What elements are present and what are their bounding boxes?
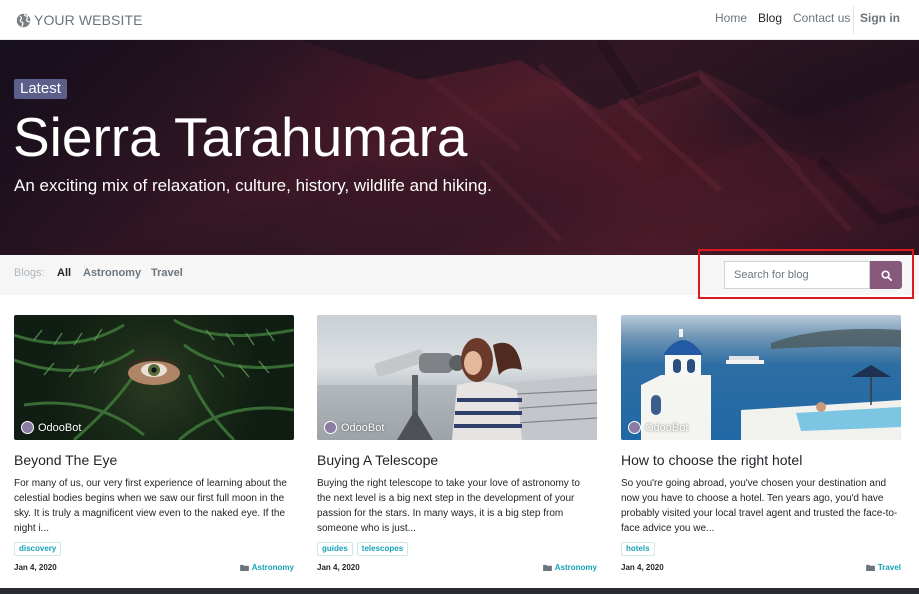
post-tags: guides telescopes (317, 542, 409, 556)
author-name: OdooBot (645, 421, 689, 434)
author-avatar (324, 421, 337, 434)
sign-in-link[interactable]: Sign in (860, 11, 900, 25)
author-name: OdooBot (38, 421, 82, 434)
post-cover-image[interactable]: OdooBot (317, 315, 597, 440)
tag-discovery[interactable]: discovery (14, 542, 62, 556)
folder-icon (239, 564, 249, 571)
post-date: Jan 4, 2020 (621, 563, 664, 572)
nav-blog[interactable]: Blog (758, 11, 782, 25)
post-author: OdooBot (324, 421, 384, 434)
blog-post-card: OdooBot Buying A Telescope Buying the ri… (317, 315, 597, 572)
post-category: Astronomy (251, 563, 294, 572)
post-cover-image[interactable]: OdooBot (14, 315, 294, 440)
hero-banner[interactable]: Latest Sierra Tarahumara An exciting mix… (0, 40, 919, 255)
nav-contact-us[interactable]: Contact us (793, 11, 850, 25)
top-navbar: YOUR WEBSITE Home Blog Contact us Sign i… (0, 0, 919, 40)
post-category-link[interactable]: Astronomy (542, 563, 597, 572)
logo-text: YOUR WEBSITE (34, 12, 143, 28)
blog-post-card: OdooBot How to choose the right hotel So… (621, 315, 901, 572)
globe-icon (16, 13, 31, 27)
author-name: OdooBot (341, 421, 385, 434)
post-cover-image[interactable]: OdooBot (621, 315, 901, 440)
author-avatar (628, 421, 641, 434)
search-button[interactable] (870, 261, 902, 289)
nav-divider (853, 6, 854, 34)
post-tags: discovery (14, 542, 62, 556)
post-title[interactable]: Beyond The Eye (14, 452, 117, 468)
folder-icon (542, 564, 552, 571)
blog-tab-all[interactable]: All (57, 267, 71, 279)
bottom-edge-bar (0, 588, 919, 594)
site-logo[interactable]: YOUR WEBSITE (16, 10, 143, 30)
post-category: Astronomy (554, 563, 597, 572)
post-author: OdooBot (628, 421, 688, 434)
hero-subtitle: An exciting mix of relaxation, culture, … (14, 176, 492, 195)
post-title[interactable]: How to choose the right hotel (621, 452, 802, 468)
hero-title[interactable]: Sierra Tarahumara (13, 104, 467, 170)
post-title[interactable]: Buying A Telescope (317, 452, 438, 468)
post-category-link[interactable]: Astronomy (239, 563, 294, 572)
post-date: Jan 4, 2020 (14, 563, 57, 572)
tag-guides[interactable]: guides (317, 542, 353, 556)
blog-tab-astronomy[interactable]: Astronomy (83, 267, 141, 279)
blog-tab-travel[interactable]: Travel (151, 267, 183, 279)
post-author: OdooBot (21, 421, 81, 434)
post-excerpt: So you're going abroad, you've chosen yo… (621, 478, 898, 534)
search-icon (880, 269, 892, 281)
author-avatar (21, 421, 34, 434)
folder-icon (865, 564, 875, 571)
post-date: Jan 4, 2020 (317, 563, 360, 572)
blog-post-card: OdooBot Beyond The Eye For many of us, o… (14, 315, 294, 572)
post-excerpt: Buying the right telescope to take your … (317, 478, 580, 534)
tag-telescopes[interactable]: telescopes (356, 542, 409, 556)
post-category: Travel (877, 563, 901, 572)
nav-home[interactable]: Home (715, 11, 747, 25)
post-category-link[interactable]: Travel (865, 563, 901, 572)
post-tags: hotels (621, 542, 655, 556)
latest-badge: Latest (14, 79, 67, 99)
blog-search-input[interactable] (724, 261, 870, 289)
blogs-label: Blogs: (14, 267, 45, 279)
tag-hotels[interactable]: hotels (621, 542, 655, 556)
post-excerpt: For many of us, our very first experienc… (14, 478, 287, 534)
